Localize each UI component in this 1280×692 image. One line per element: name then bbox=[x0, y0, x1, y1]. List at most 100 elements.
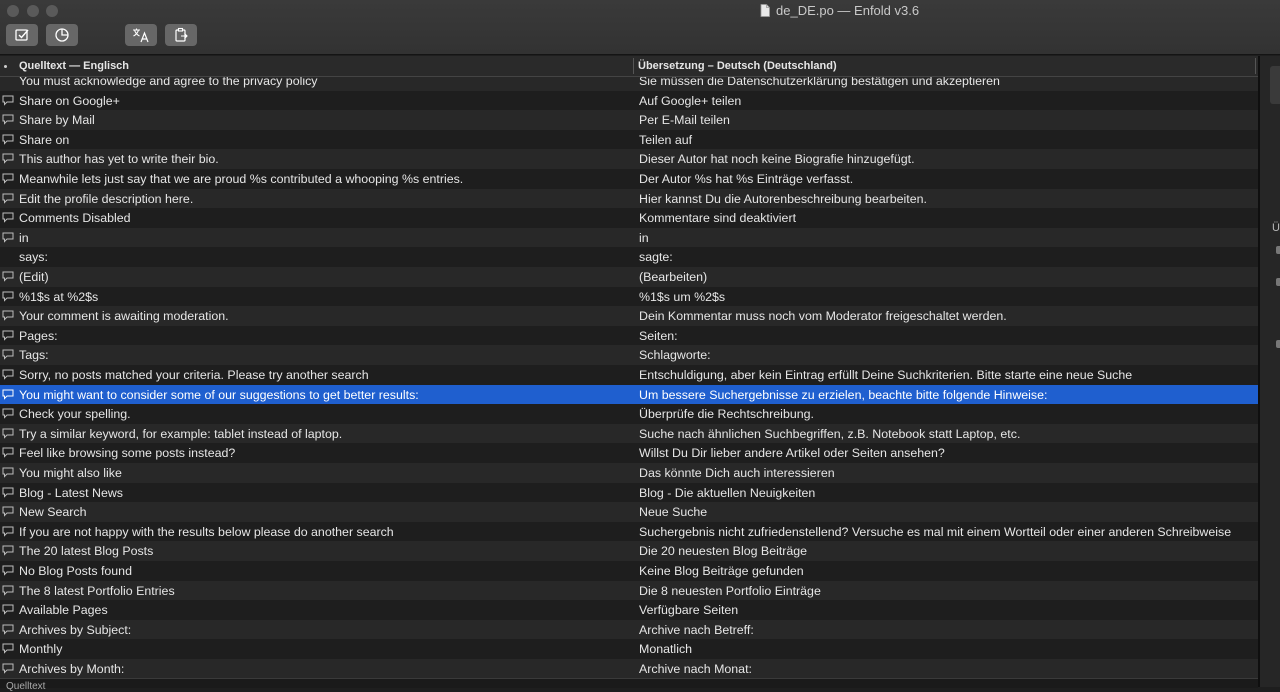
table-row[interactable]: Meanwhile lets just say that we are prou… bbox=[0, 169, 1260, 189]
source-text: Share on Google+ bbox=[19, 93, 120, 108]
translation-text: Teilen auf bbox=[639, 132, 693, 147]
column-divider[interactable] bbox=[633, 58, 634, 74]
table-row[interactable]: Share on Teilen auf bbox=[0, 129, 1260, 150]
translation-text: Seiten: bbox=[639, 328, 678, 343]
source-column-header[interactable]: Quelltext — Englisch bbox=[19, 60, 129, 72]
source-text: Blog - Latest News bbox=[19, 485, 123, 500]
table-row[interactable]: Sorry, no posts matched your criteria. P… bbox=[0, 365, 1260, 385]
translation-text: Monatlich bbox=[639, 642, 693, 657]
translation-text: Hier kannst Du die Autorenbeschreibung b… bbox=[639, 191, 927, 206]
translation-text: in bbox=[639, 230, 649, 245]
zoom-window-button[interactable] bbox=[46, 5, 58, 17]
table-row[interactable]: Your comment is awaiting moderation. Dein… bbox=[0, 306, 1260, 326]
source-text: Tags: bbox=[19, 348, 49, 363]
table-row[interactable]: Pages: Seiten: bbox=[0, 325, 1260, 346]
comment-icon bbox=[2, 173, 14, 184]
table-row[interactable]: Feel like browsing some posts instead? Wi… bbox=[0, 443, 1260, 463]
translation-text: Keine Blog Beiträge gefunden bbox=[639, 564, 804, 578]
source-text: Pages: bbox=[19, 328, 58, 343]
comment-icon bbox=[2, 349, 14, 361]
table-row[interactable]: Comments Disabled Kommentare sind deaktiv… bbox=[0, 208, 1260, 228]
table-row[interactable]: This author has yet to write their bio. D… bbox=[0, 149, 1260, 169]
source-text: No Blog Posts found bbox=[19, 564, 132, 578]
pie-chart-icon bbox=[55, 28, 69, 42]
table-row[interactable]: Check your spelling. Überprüfe die Rechts… bbox=[0, 404, 1260, 424]
source-text: If you are not happy with the results be… bbox=[19, 524, 394, 539]
source-text: Sorry, no posts matched your criteria. P… bbox=[19, 368, 369, 382]
table-row[interactable]: Edit the profile description here. Hier k… bbox=[0, 188, 1260, 209]
translation-list[interactable]: You must acknowledge and agree to the pr… bbox=[0, 77, 1260, 678]
source-text: Available Pages bbox=[19, 603, 108, 618]
table-row[interactable]: Blog - Latest News Blog - Die aktuellen N… bbox=[0, 482, 1260, 503]
table-row[interactable]: (Edit) (Bearbeiten) bbox=[0, 267, 1260, 287]
translation-text: Kommentare sind deaktiviert bbox=[639, 211, 797, 226]
source-text: Comments Disabled bbox=[19, 211, 131, 226]
source-text: Share on bbox=[19, 132, 70, 147]
translation-column-header[interactable]: Übersetzung – Deutsch (Deutschland) bbox=[638, 60, 837, 72]
comment-icon bbox=[2, 428, 14, 439]
table-row[interactable]: Archives by Month: Archive nach Monat: bbox=[0, 659, 1260, 678]
translation-text: Archive nach Betreff: bbox=[639, 622, 754, 637]
source-text: You must acknowledge and agree to the pr… bbox=[19, 77, 318, 88]
statistics-button[interactable] bbox=[46, 24, 78, 46]
table-row[interactable]: No Blog Posts found Keine Blog Beiträge g… bbox=[0, 561, 1260, 581]
close-window-button[interactable] bbox=[7, 5, 19, 17]
translation-text: Auf Google+ teilen bbox=[639, 93, 742, 108]
comment-icon bbox=[2, 271, 14, 282]
table-row[interactable]: Tags: Schlagworte: bbox=[0, 345, 1260, 365]
table-row[interactable]: Share by Mail Per E-Mail teilen bbox=[0, 110, 1260, 130]
table-row[interactable]: says: sagte: bbox=[0, 247, 1260, 267]
table-row[interactable]: If you are not happy with the results be… bbox=[0, 521, 1260, 542]
table-row[interactable]: You must acknowledge and agree to the pr… bbox=[0, 77, 1260, 91]
comment-icon bbox=[2, 153, 14, 165]
translation-text: Archive nach Monat: bbox=[639, 662, 752, 676]
source-text: New Search bbox=[19, 505, 87, 520]
source-text: Feel like browsing some posts instead? bbox=[19, 446, 236, 461]
table-row[interactable]: Share on Google+ Auf Google+ teilen bbox=[0, 90, 1260, 111]
table-row[interactable]: New Search Neue Suche bbox=[0, 502, 1260, 522]
table-row[interactable]: Monthly Monatlich bbox=[0, 639, 1260, 659]
comment-icon bbox=[2, 134, 14, 145]
table-row[interactable]: The 20 latest Blog Posts Die 20 neuesten … bbox=[0, 541, 1260, 561]
translate-button[interactable] bbox=[125, 24, 157, 46]
table-row[interactable]: The 8 latest Portfolio Entries Die 8 neue… bbox=[0, 580, 1260, 601]
comment-icon bbox=[2, 487, 14, 498]
source-text: This author has yet to write their bio. bbox=[19, 152, 219, 167]
translation-text: Suche nach ähnlichen Suchbegriffen, z.B.… bbox=[639, 426, 1021, 441]
source-text: The 20 latest Blog Posts bbox=[19, 544, 154, 559]
validate-button[interactable] bbox=[6, 24, 38, 46]
table-row-selected[interactable]: You might want to consider some of our s… bbox=[0, 384, 1260, 405]
sidebar-scroll-thumb[interactable] bbox=[1270, 66, 1280, 104]
status-column-header[interactable] bbox=[4, 65, 7, 68]
translation-text: Blog - Die aktuellen Neuigkeiten bbox=[639, 485, 816, 500]
table-row[interactable]: You might also like Das könnte Dich auch … bbox=[0, 463, 1260, 483]
comment-icon bbox=[2, 291, 14, 302]
translation-text: Entschuldigung, aber kein Eintrag erfüll… bbox=[639, 368, 1133, 382]
sidebar-heading: Ü bbox=[1272, 222, 1280, 234]
translation-text: Sie müssen die Datenschutzerklärung best… bbox=[639, 77, 1000, 88]
table-header: Quelltext — Englisch Übersetzung – Deuts… bbox=[0, 56, 1260, 77]
source-text: says: bbox=[19, 250, 48, 265]
translation-text: Suchergebnis nicht zufriedenstellend? Ve… bbox=[639, 524, 1232, 539]
clipboard-icon bbox=[175, 27, 188, 42]
source-text: Monthly bbox=[19, 642, 63, 657]
table-row[interactable]: Available Pages Verfügbare Seiten bbox=[0, 600, 1260, 620]
paste-suggestion-button[interactable] bbox=[165, 24, 197, 46]
translation-text: Per E-Mail teilen bbox=[639, 113, 730, 128]
comment-icon bbox=[2, 604, 14, 615]
translation-text: Das könnte Dich auch interessieren bbox=[639, 466, 835, 480]
table-row[interactable]: Try a similar keyword, for example: tabl… bbox=[0, 423, 1260, 444]
minimize-window-button[interactable] bbox=[27, 5, 39, 17]
table-row[interactable]: in in bbox=[0, 227, 1260, 248]
source-text: Share by Mail bbox=[19, 113, 95, 128]
table-row[interactable]: Archives by Subject: Archive nach Betreff… bbox=[0, 619, 1260, 640]
comment-icon bbox=[2, 526, 14, 537]
title-bar: de_DE.po — Enfold v3.6 bbox=[0, 0, 1280, 55]
source-text: Try a similar keyword, for example: tabl… bbox=[19, 426, 343, 441]
table-row[interactable]: %1$s at %2$s %1$s um %2$s bbox=[0, 286, 1260, 307]
comment-icon bbox=[2, 95, 14, 106]
source-text: Archives by Subject: bbox=[19, 622, 132, 637]
sidebar-toggle[interactable] bbox=[1276, 246, 1280, 254]
source-text: %1$s at %2$s bbox=[19, 289, 99, 304]
editor-sidebar: Ü bbox=[1260, 56, 1280, 687]
